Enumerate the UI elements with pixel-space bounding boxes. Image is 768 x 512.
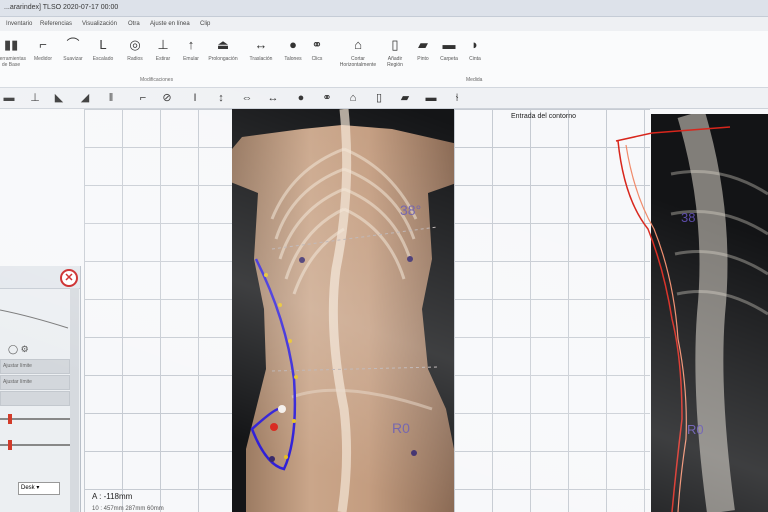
menu-inventario[interactable]: Inventario — [6, 21, 32, 27]
emulate-icon: ↑ — [187, 37, 195, 52]
chevron-down-icon: ▾ — [36, 485, 40, 491]
ribbon-clics[interactable]: ⚭ Clics — [302, 35, 332, 83]
extend-icon: ⏏ — [216, 37, 230, 52]
bars-icon: ▮▮ — [4, 37, 19, 52]
click-icon: ⚭ — [311, 37, 323, 52]
ribbon-traslacion[interactable]: ↔ Traslación — [246, 35, 276, 83]
status-measure: A : -118mm — [92, 492, 133, 501]
landmark-point[interactable] — [269, 456, 275, 462]
add-region-icon: ▯ — [391, 37, 399, 52]
landmark-point[interactable] — [407, 256, 413, 262]
paint-icon: ▰ — [418, 37, 428, 52]
panel-header: ✕ — [0, 266, 80, 289]
profile-line-outer — [617, 140, 683, 512]
cursor-indicator — [278, 405, 286, 413]
secondary-toolbar: ▬ ⊥ ◣ ◢ ‖ ⌐ ⊘ I ↕ ⇔ ↔ ● ⚭ ⌂ ▯ ▰ ▬ ⫮ — [0, 88, 768, 109]
ribbon-base-tools[interactable]: ▮▮Herramientas de Base — [0, 35, 26, 83]
stretch-icon: ⊥ — [157, 37, 169, 52]
adjust-button-1[interactable]: Ajustar límite — [0, 359, 70, 374]
status-dimensions: 10 : 457mm 287mm 60mm — [92, 506, 164, 512]
window-title: ...ararindex] TLSO 2020-07-17 00:00 — [4, 4, 119, 11]
heel-icon: ● — [289, 37, 297, 52]
menu-otra[interactable]: Otra — [128, 21, 140, 27]
lumbar-label: R0 — [392, 420, 410, 436]
scale-icon: L — [99, 37, 107, 52]
ribbon-cortar[interactable]: ⌂ Cortar Horizontalmente — [338, 35, 378, 83]
heel-icon[interactable]: ● — [294, 91, 308, 105]
landmark-point[interactable] — [411, 450, 417, 456]
grid-left — [84, 109, 232, 512]
menu-visualizacion[interactable]: Visualización — [82, 21, 117, 27]
smooth-icon[interactable]: ◣ — [52, 91, 66, 105]
ribbon-anadir-region[interactable]: ▯ Añadir Región — [380, 35, 410, 83]
group-label-medida: Medida — [466, 77, 483, 83]
stretch-icon[interactable]: ‖ — [104, 91, 118, 105]
control-point[interactable] — [284, 455, 288, 459]
ribbon-suavizar[interactable]: ⌒ Suavizar — [58, 35, 88, 83]
cut-icon[interactable]: ⌂ — [346, 91, 360, 105]
contour-profile-overlay — [615, 126, 731, 512]
xray-main-image[interactable]: 38° R0 — [232, 109, 454, 512]
curve-angle-label: 38° — [400, 202, 421, 218]
profile-line-top — [615, 126, 731, 142]
slider-knob-1[interactable] — [8, 414, 12, 424]
left-tool-panel: ✕ ◯ ⚙ Ajustar límite Ajustar límite Desk… — [0, 266, 81, 512]
panel-graph — [0, 309, 69, 329]
close-icon[interactable]: ✕ — [60, 269, 78, 287]
ribbon-emular[interactable]: ↑ Emular — [176, 35, 206, 83]
ribbon-estirar[interactable]: ⊥ Estirar — [148, 35, 178, 83]
menu-clip[interactable]: Clip — [200, 21, 210, 27]
ribbon-radios[interactable]: ◎ Radios — [120, 35, 150, 83]
control-point[interactable] — [264, 273, 268, 277]
bars-icon[interactable]: ▬ — [2, 91, 16, 105]
extend-icon[interactable]: ↕ — [214, 91, 228, 105]
ribbon-medidor[interactable]: ⌐ Medidor — [28, 35, 58, 83]
tape-icon: ◗ — [471, 37, 479, 52]
smooth-icon: ⌒ — [66, 37, 80, 52]
ribbon-prolongacion[interactable]: ⏏ Prolongación — [208, 35, 238, 83]
selected-point[interactable] — [270, 423, 278, 431]
ribbon-escalado[interactable]: L Escalado — [88, 35, 118, 83]
ruler-icon[interactable]: ⫮ — [450, 91, 464, 105]
xray-main-svg: 38° R0 — [232, 109, 454, 512]
mode-select[interactable]: Desk ▾ — [18, 482, 60, 495]
folder-icon: ▬ — [442, 37, 456, 52]
control-point[interactable] — [294, 375, 298, 379]
measure-icon: ⌐ — [39, 37, 47, 52]
paint-icon[interactable]: ▰ — [398, 91, 412, 105]
ribbon: ▮▮Herramientas de Base ⌐Medidor ⌒Suaviza… — [0, 31, 768, 88]
ribbon-cinta[interactable]: ◗ Cinta — [460, 35, 490, 83]
folder-icon[interactable]: ▬ — [424, 91, 438, 105]
adjust-button-2[interactable]: Ajustar límite — [0, 375, 70, 390]
contour-input-label: Entrada del contorno — [511, 113, 576, 120]
control-point[interactable] — [278, 303, 282, 307]
control-point[interactable] — [288, 339, 292, 343]
control-point[interactable] — [292, 419, 296, 423]
menu-bar: Inventario Referencias Visualización Otr… — [0, 17, 768, 31]
slider-knob-2[interactable] — [8, 440, 12, 450]
click-icon[interactable]: ⚭ — [320, 91, 334, 105]
radius-icon[interactable]: ⌐ — [136, 91, 150, 105]
title-bar: ...ararindex] TLSO 2020-07-17 00:00 — [0, 0, 768, 17]
target-icon[interactable]: ⊘ — [160, 91, 174, 105]
scale-icon[interactable]: ◢ — [78, 91, 92, 105]
panel-scrollbar[interactable] — [70, 288, 79, 512]
workspace: 38° R0 Entrada del contorno 38 R0 A: -1… — [0, 109, 768, 512]
cut-icon: ⌂ — [354, 37, 362, 52]
add-region-icon[interactable]: ▯ — [372, 91, 386, 105]
radius-icon: ◎ — [129, 37, 141, 52]
menu-referencias[interactable]: Referencias — [40, 21, 72, 27]
landmark-point[interactable] — [299, 257, 305, 263]
emulate-icon[interactable]: I — [188, 91, 202, 105]
measure-icon[interactable]: ⊥ — [28, 91, 42, 105]
adjust-button-3[interactable] — [0, 391, 70, 406]
translate-icon: ↔ — [254, 37, 268, 52]
translate-icon[interactable]: ⇔ — [240, 91, 254, 105]
group-label-modificaciones: Modificaciones — [140, 77, 174, 83]
radio-icon[interactable]: ◯ ⚙ — [8, 344, 29, 355]
move-icon[interactable]: ↔ — [266, 91, 280, 105]
menu-ajuste[interactable]: Ajuste en línea — [150, 21, 190, 27]
app-window: ...ararindex] TLSO 2020-07-17 00:00 Inve… — [0, 0, 768, 512]
